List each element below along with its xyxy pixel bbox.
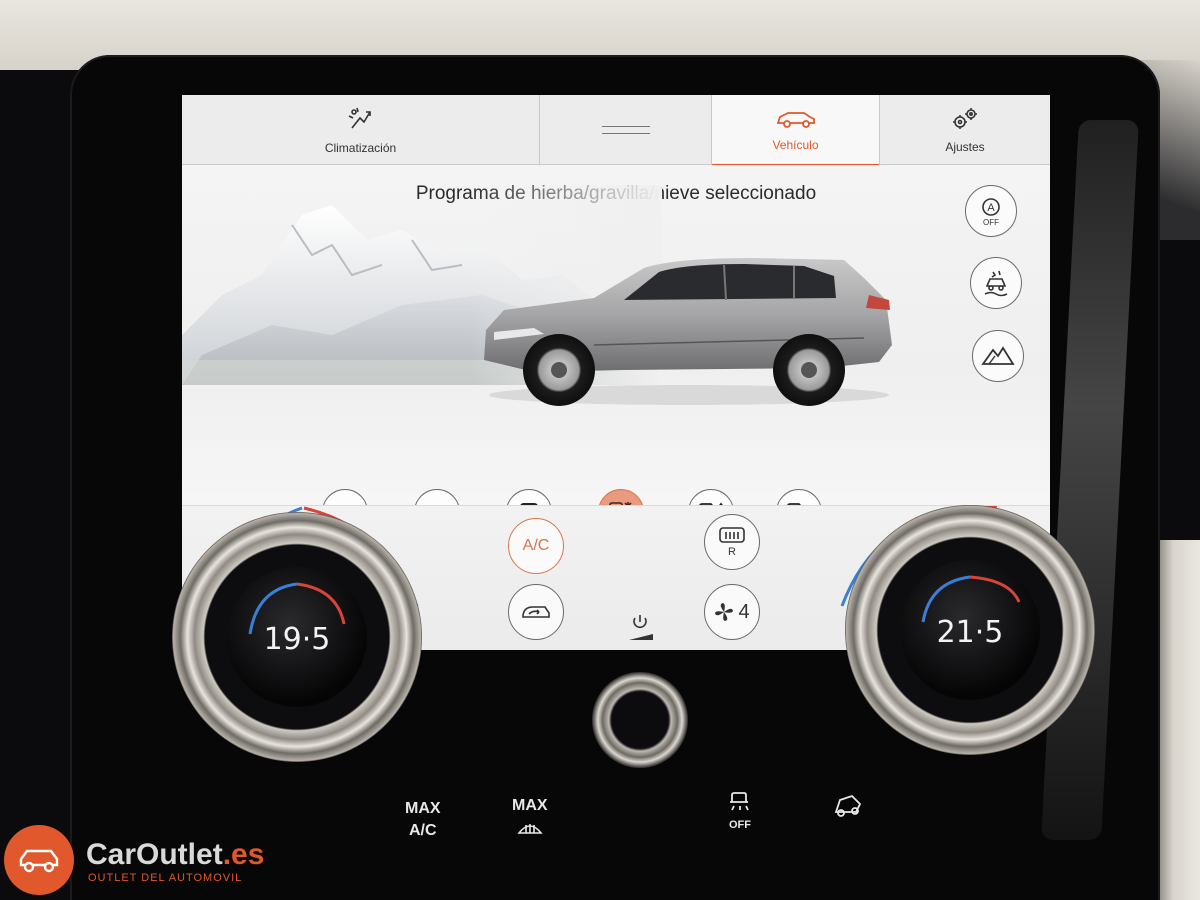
watermark-tld: .es — [222, 838, 265, 871]
max-ac-button[interactable]: MAX A/C — [405, 798, 441, 842]
tab-bar: Climatización Vehículo Ajustes — [182, 95, 1050, 166]
recirculation-icon — [522, 606, 550, 618]
car-logo-icon — [19, 849, 59, 873]
left-temperature-value: 19·5 — [263, 622, 331, 657]
tab-ajustes[interactable]: Ajustes — [880, 95, 1050, 165]
rear-defrost-label: R — [728, 546, 736, 558]
fan-speed-value: 4 — [738, 600, 750, 623]
ac-button[interactable]: A/C — [508, 518, 564, 574]
vehicle-scene: Programa de hierba/gravilla/nieve selecc… — [182, 165, 1050, 535]
tab-menu[interactable] — [540, 95, 712, 165]
svg-text:A: A — [987, 202, 995, 214]
max-ac-line1: MAX — [405, 800, 441, 817]
power-icon — [629, 615, 653, 640]
terrain-response-button[interactable] — [970, 257, 1022, 309]
hill-descent-off-label: OFF — [729, 819, 751, 831]
hill-descent-icon — [730, 792, 749, 811]
caroutlet-logo — [4, 825, 74, 895]
right-temperature-knob[interactable]: 21·5 — [845, 505, 1095, 755]
left-knob-display: 19·5 — [227, 567, 367, 707]
fan-icon — [715, 603, 734, 621]
rear-defrost-button[interactable]: R — [704, 514, 760, 570]
power-button[interactable] — [622, 606, 658, 642]
vehicle-image — [484, 258, 892, 406]
watermark-name: CarOutlet.es — [86, 838, 264, 872]
fan-speed-button[interactable]: 4 — [704, 584, 760, 640]
max-ac-line2: A/C — [409, 822, 437, 839]
right-knob-display: 21·5 — [900, 560, 1040, 700]
climate-icon — [346, 106, 376, 135]
max-defrost-button[interactable]: MAX — [512, 795, 548, 844]
tab-climatizacion[interactable]: Climatización — [182, 95, 540, 165]
center-rotary-knob[interactable] — [592, 672, 688, 768]
right-temperature-value: 21·5 — [936, 615, 1004, 650]
terrain-button[interactable] — [972, 330, 1024, 382]
rear-defrost-icon — [719, 527, 745, 543]
terrain-response-icon — [984, 270, 1008, 297]
auto-stop-start-button[interactable]: A OFF — [965, 185, 1017, 237]
front-defrost-icon — [517, 824, 543, 834]
tab-label: Ajustes — [945, 139, 985, 154]
auto-stop-start-icon: A OFF — [982, 198, 1000, 227]
offroad-car-icon — [834, 794, 862, 817]
mountain-icon — [981, 346, 1015, 365]
tab-vehiculo[interactable]: Vehículo — [712, 95, 880, 166]
car-icon — [776, 109, 816, 132]
watermark-tagline: OUTLET DEL AUTOMOVIL — [88, 872, 243, 884]
hill-descent-off-button[interactable]: OFF — [726, 790, 754, 831]
menu-bars-icon — [601, 126, 650, 134]
recirculation-button[interactable] — [508, 584, 564, 640]
left-temperature-knob[interactable]: 19·5 — [172, 512, 422, 762]
svg-text:OFF: OFF — [983, 218, 999, 227]
tab-label: Climatización — [324, 140, 397, 155]
gears-icon — [950, 107, 980, 134]
terrain-response-hw-button[interactable] — [830, 790, 866, 827]
tab-label: Vehículo — [772, 137, 819, 152]
watermark-brand: CarOutlet — [86, 838, 223, 871]
max-defrost-label: MAX — [512, 797, 548, 814]
